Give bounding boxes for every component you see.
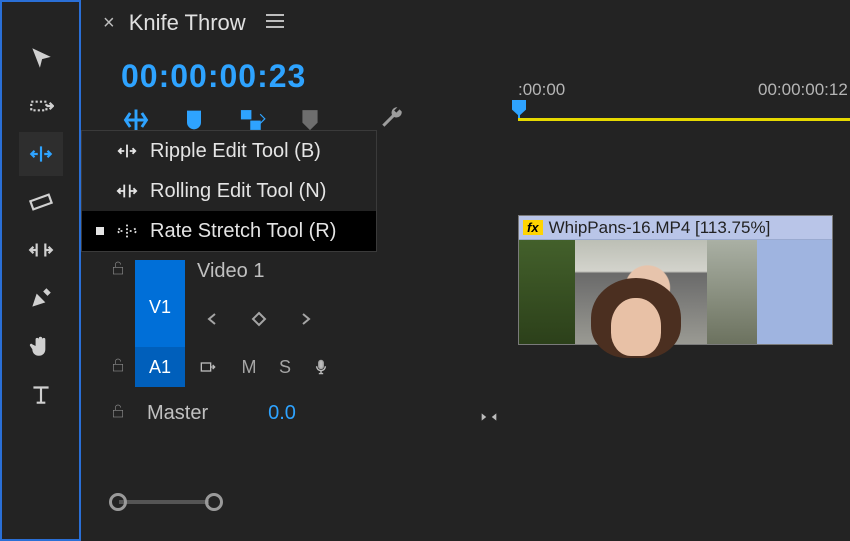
rate-stretch-tool-item[interactable]: Rate Stretch Tool (R) (82, 211, 376, 251)
track-master[interactable]: Master 0.0 (101, 390, 850, 436)
playhead-timecode[interactable]: 00:00:00:23 (121, 58, 306, 95)
close-tab-button[interactable]: × (103, 12, 115, 35)
sequence-tab-bar: × Knife Throw (81, 0, 850, 46)
tools-panel (0, 0, 81, 541)
lock-icon[interactable] (101, 260, 135, 281)
v1-source-toggle[interactable]: V1 (135, 260, 185, 354)
type-tool[interactable] (19, 372, 63, 416)
video-clip[interactable]: fx WhipPans-16.MP4 [113.75%] (518, 215, 833, 345)
ruler-tick-0: :00:00 (518, 80, 565, 99)
clip-header: fx WhipPans-16.MP4 [113.75%] (519, 216, 832, 240)
voiceover-record-icon[interactable] (303, 349, 339, 385)
flyout-label-2: Rate Stretch Tool (R) (150, 220, 336, 243)
track-a1[interactable]: A1 M S (101, 344, 850, 390)
rolling-edit-tool-item[interactable]: Rolling Edit Tool (N) (82, 171, 376, 211)
fx-badge[interactable]: fx (523, 220, 543, 235)
solo-button[interactable]: S (267, 349, 303, 385)
flyout-label-1: Rolling Edit Tool (N) (150, 180, 326, 203)
zoom-scrollbar[interactable] (109, 493, 319, 511)
flyout-label-0: Ripple Edit Tool (B) (150, 140, 321, 163)
hand-tool[interactable] (19, 324, 63, 368)
lock-icon[interactable] (101, 403, 135, 424)
add-keyframe-icon[interactable] (241, 301, 277, 337)
timeline-settings-icon[interactable] (379, 104, 405, 135)
clip-thumbnail (519, 240, 757, 344)
clip-title: WhipPans-16.MP4 [113.75%] (549, 218, 771, 238)
razor-tool[interactable] (19, 180, 63, 224)
pen-tool[interactable] (19, 276, 63, 320)
ripple-edit-tool-item[interactable]: Ripple Edit Tool (B) (82, 131, 376, 171)
work-area-bar[interactable] (518, 118, 850, 121)
slip-tool[interactable] (19, 228, 63, 272)
mute-button[interactable]: M (231, 349, 267, 385)
zoom-handle-left[interactable] (109, 493, 127, 511)
a1-track-output-icon[interactable] (185, 349, 231, 385)
time-ruler[interactable]: :00:00 00:00:00:12 (518, 80, 850, 120)
ruler-tick-1: 00:00:00:12 (758, 80, 848, 100)
edit-tool-flyout: Ripple Edit Tool (B) Rolling Edit Tool (… (81, 130, 377, 252)
sequence-title[interactable]: Knife Throw (129, 10, 246, 36)
prev-keyframe-icon[interactable] (195, 301, 231, 337)
zoom-handle-right[interactable] (205, 493, 223, 511)
track-v1-name: Video 1 (197, 260, 323, 283)
track-select-tool[interactable] (19, 84, 63, 128)
ripple-edit-tool[interactable] (19, 132, 63, 176)
lock-icon[interactable] (101, 357, 135, 378)
next-keyframe-icon[interactable] (287, 301, 323, 337)
a1-source-toggle[interactable]: A1 (135, 347, 185, 387)
link-icon[interactable] (478, 406, 500, 433)
timeline-panel: × Knife Throw 00:00:00:23 :00:00 00:00:0… (81, 0, 850, 541)
master-level-value[interactable]: 0.0 (268, 402, 296, 425)
panel-menu-icon[interactable] (266, 13, 284, 34)
master-track-name: Master (147, 402, 208, 425)
selection-tool[interactable] (19, 36, 63, 80)
